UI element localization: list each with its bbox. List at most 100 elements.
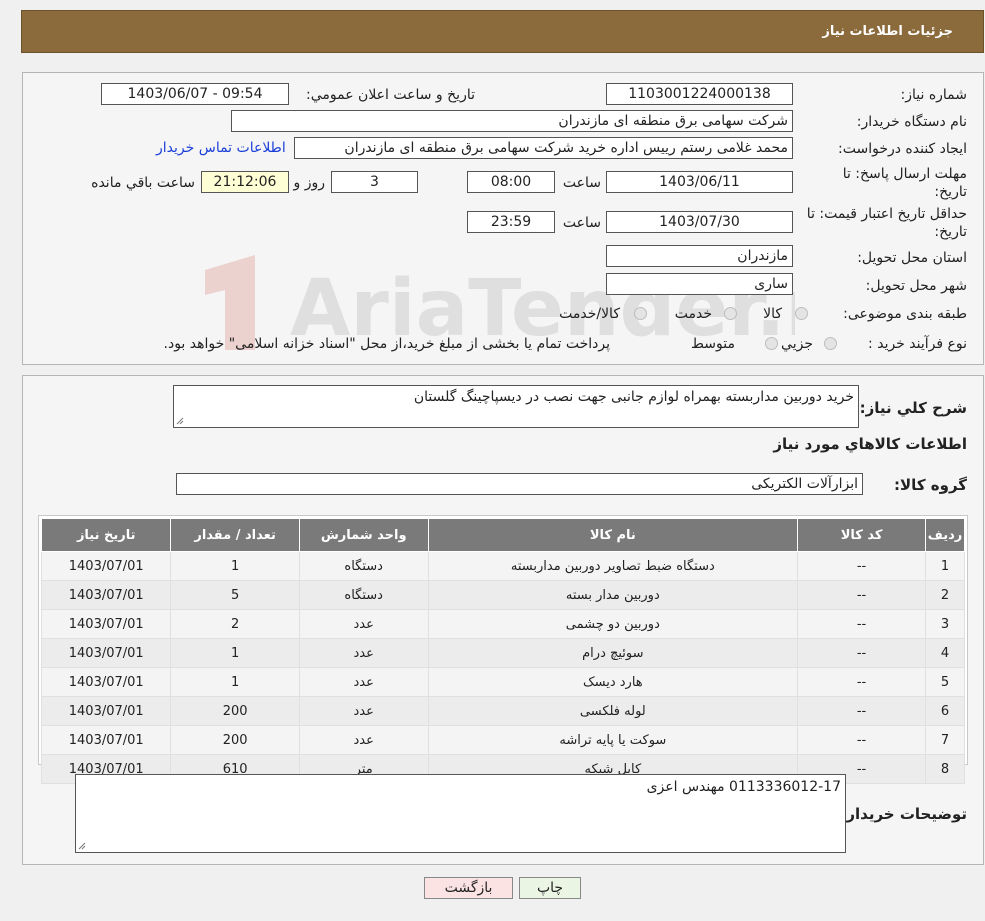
province-field: مازندران <box>606 245 793 267</box>
days-field: 3 <box>331 171 418 193</box>
deadline-time-field: 08:00 <box>467 171 555 193</box>
description-field: خرید دوربین مداربسته بهمراه لوازم جانبی … <box>173 385 859 428</box>
cell-row-number: 3 <box>925 609 965 639</box>
cell-quantity: 1 <box>170 551 300 581</box>
need-number-field: 1103001224000138 <box>606 83 793 105</box>
col-header-unit: واحد شمارش <box>298 518 429 552</box>
province-label: استان محل تحويل: <box>857 250 967 266</box>
cell-row-number: 6 <box>925 696 965 726</box>
announce-field: 1403/06/07 - 09:54 <box>101 83 289 105</box>
back-button[interactable]: بازگشت <box>424 877 513 899</box>
col-header-need-date: تاريخ نياز <box>40 518 172 552</box>
need-number-label: شماره نیاز: <box>900 87 968 103</box>
city-field: ساری <box>606 273 793 295</box>
days-label: روز و <box>293 175 326 191</box>
cell-item-name: دستگاه ضبط تصاویر دوربین مداربسته <box>427 551 799 581</box>
requester-label: ايجاد کننده درخواست: <box>838 141 967 157</box>
validity-label-2: تاریخ: <box>934 224 967 240</box>
process-radio-minor[interactable] <box>824 337 837 350</box>
cell-row-number: 1 <box>925 551 965 581</box>
cell-item-name: سوئیچ درام <box>427 638 799 668</box>
cell-item-name: دوربین دو چشمی <box>427 609 799 639</box>
col-header-item-code: کد کالا <box>797 518 927 552</box>
validity-time-label: ساعت <box>562 215 601 231</box>
process-option-medium: متوسط <box>691 336 735 352</box>
category-option-both: کالا/خدمت <box>559 306 620 322</box>
deadline-time-label: ساعت <box>562 175 601 191</box>
category-option-service: خدمت <box>674 306 712 322</box>
cell-need-date: 1403/07/01 <box>40 725 172 755</box>
cell-unit: دستگاه <box>298 580 429 610</box>
page-title: جزئیات اطلاعات نیاز <box>822 24 953 39</box>
cell-item-name: دوربین مدار بسته <box>427 580 799 610</box>
cell-item-code: -- <box>797 638 927 668</box>
col-header-row-number: رديف <box>925 518 965 552</box>
page-header: جزئیات اطلاعات نیاز <box>21 10 984 53</box>
group-label: گروه کالا: <box>894 476 967 494</box>
category-radio-service[interactable] <box>724 307 737 320</box>
table-row: 1403/07/01 2 عدد دوربین دو چشمی -- 3 <box>40 609 965 639</box>
cell-row-number: 5 <box>925 667 965 697</box>
cell-need-date: 1403/07/01 <box>40 551 172 581</box>
description-label: شرح کلي نياز: <box>859 399 967 417</box>
cell-item-name: سوکت یا پایه تراشه <box>427 725 799 755</box>
col-header-quantity: تعداد / مقدار <box>170 518 300 552</box>
cell-quantity: 200 <box>170 725 300 755</box>
requester-field: محمد غلامی رستم رییس اداره خرید شرکت سها… <box>294 137 793 159</box>
cell-need-date: 1403/07/01 <box>40 580 172 610</box>
remaining-time-field: 21:12:06 <box>201 171 289 193</box>
cell-unit: عدد <box>298 609 429 639</box>
table-row: 1403/07/01 1 دستگاه دستگاه ضبط تصاویر دوربی… <box>40 551 965 581</box>
buyer-org-label: نام دستگاه خريدار: <box>856 114 967 130</box>
resize-handle-icon[interactable] <box>176 417 184 425</box>
process-label: نوع فرآيند خريد : <box>868 336 967 352</box>
validity-date-field: 1403/07/30 <box>606 211 793 233</box>
deadline-date-field: 1403/06/11 <box>606 171 793 193</box>
cell-item-name: لوله فلکسی <box>427 696 799 726</box>
cell-item-name: هارد دیسک <box>427 667 799 697</box>
table-row: 1403/07/01 200 عدد لوله فلکسی -- 6 <box>40 696 965 726</box>
cell-item-code: -- <box>797 609 927 639</box>
cell-need-date: 1403/07/01 <box>40 696 172 726</box>
remaining-label: ساعت باقي مانده <box>91 175 195 191</box>
col-header-item-name: نام کالا <box>427 518 799 552</box>
cell-item-code: -- <box>797 696 927 726</box>
cell-item-code: -- <box>797 551 927 581</box>
cell-row-number: 2 <box>925 580 965 610</box>
deadline-label: مهلت ارسال پاسخ: تا <box>842 166 967 182</box>
cell-row-number: 8 <box>925 754 965 784</box>
city-label: شهر محل تحويل: <box>865 278 967 294</box>
resize-handle-icon[interactable] <box>78 842 86 850</box>
table-row: 1403/07/01 5 دستگاه دوربین مدار بسته -- 2 <box>40 580 965 610</box>
cell-quantity: 200 <box>170 696 300 726</box>
table-row: 1403/07/01 1 عدد هارد دیسک -- 5 <box>40 667 965 697</box>
cell-quantity: 1 <box>170 667 300 697</box>
process-radio-medium[interactable] <box>765 337 778 350</box>
cell-unit: عدد <box>298 696 429 726</box>
cell-quantity: 1 <box>170 638 300 668</box>
deadline-label-2: تاریخ: <box>934 184 967 200</box>
cell-quantity: 2 <box>170 609 300 639</box>
cell-quantity: 5 <box>170 580 300 610</box>
buyer-org-field: شرکت سهامی برق منطقه ای مازندران <box>231 110 793 132</box>
cell-need-date: 1403/07/01 <box>40 609 172 639</box>
print-button[interactable]: چاپ <box>519 877 581 899</box>
category-radio-goods[interactable] <box>795 307 808 320</box>
announce-label: تاریخ و ساعت اعلان عمومي: <box>306 87 475 103</box>
buyer-notes-label: توضيحات خريدار: <box>840 805 967 823</box>
cell-row-number: 7 <box>925 725 965 755</box>
items-section-title: اطلاعات کالاهاي مورد نياز <box>773 435 967 453</box>
cell-unit: عدد <box>298 667 429 697</box>
table-header-row: تاريخ نياز تعداد / مقدار واحد شمارش نام … <box>40 518 965 552</box>
table-row: 1403/07/01 200 عدد سوکت یا پایه تراشه -- 7 <box>40 725 965 755</box>
table-row: 1403/07/01 1 عدد سوئیچ درام -- 4 <box>40 638 965 668</box>
cell-item-code: -- <box>797 667 927 697</box>
category-option-goods: کالا <box>763 306 782 322</box>
category-radio-both[interactable] <box>634 307 647 320</box>
buyer-contact-link[interactable]: اطلاعات تماس خریدار <box>156 140 286 156</box>
category-label: طبقه بندی موضوعی: <box>843 306 967 322</box>
validity-time-field: 23:59 <box>467 211 555 233</box>
cell-unit: عدد <box>298 725 429 755</box>
process-note: پرداخت تمام یا بخشی از مبلغ خرید،از محل … <box>163 336 610 352</box>
cell-unit: عدد <box>298 638 429 668</box>
